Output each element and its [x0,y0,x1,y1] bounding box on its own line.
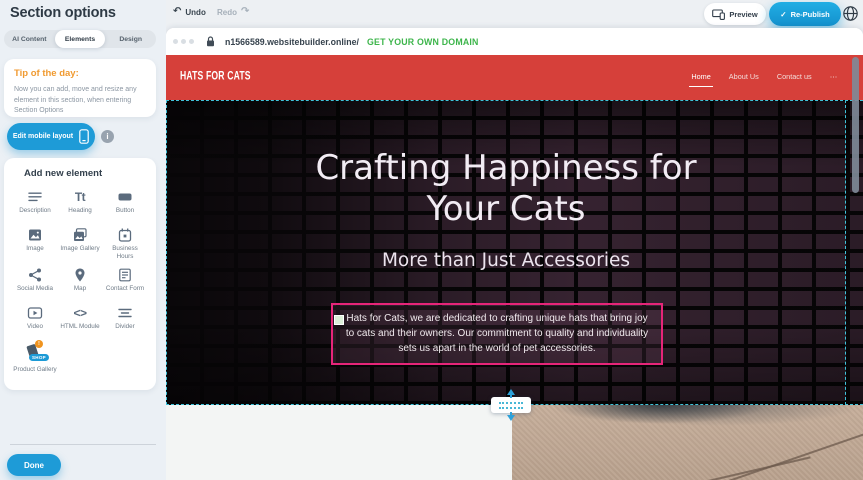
divider-icon [117,304,133,321]
element-item-image[interactable]: Image [13,226,57,260]
nav-contact-us[interactable]: Contact us [777,72,812,83]
republish-label: Re-Publish [791,10,830,19]
element-item-social-media[interactable]: Social Media [13,266,57,298]
get-domain-link[interactable]: GET YOUR OWN DOMAIN [367,37,479,47]
phone-icon [79,129,89,144]
element-item-button[interactable]: Button [103,188,147,220]
nav-home[interactable]: Home [691,72,710,83]
section-outline-top [166,100,863,101]
panel-tabs: AI Content Elements Design [4,30,156,48]
element-grid: Description Tt Heading Button Image Imag… [13,188,149,374]
globe-icon [842,5,859,22]
next-section-image [512,405,863,480]
hero-heading[interactable]: Crafting Happiness for Your Cats [286,148,726,230]
tab-ai-content[interactable]: AI Content [4,30,55,48]
section-outline-right [845,100,846,405]
business-hours-icon [117,226,133,243]
republish-button[interactable]: ✓ Re-Publish [769,2,841,26]
description-icon [27,188,43,205]
info-icon[interactable]: i [101,130,114,143]
image-gallery-icon [72,226,88,243]
pavement-seam [683,456,810,480]
undo-label: Undo [185,8,205,17]
pavement-seam [707,419,863,480]
add-new-element-card: Add new element Description Tt Heading B… [4,158,156,390]
nav-more-icon[interactable]: ⋯ [830,72,837,83]
browser-dots-icon [173,39,197,44]
hero-subheading[interactable]: More than Just Accessories [286,250,726,271]
element-item-map[interactable]: Map [58,266,102,298]
hero-paragraph: Hats for Cats, we are dedicated to craft… [341,311,653,356]
add-element-title: Add new element [24,168,102,179]
element-drag-handle[interactable] [334,315,344,325]
element-item-business-hours[interactable]: Business Hours [103,226,147,260]
image-icon [27,226,43,243]
panel-title: Section options [10,5,116,21]
redo-icon: ↷ [241,7,249,17]
devices-icon [712,9,725,20]
next-section-background [166,405,512,480]
tip-of-the-day-card: Tip of the day: Now you can add, move an… [4,59,156,117]
edit-mobile-label: Edit mobile layout [13,133,73,140]
product-gallery-icon: ! SHOP [20,342,50,364]
site-header: HATS FOR CATS Home About Us Contact us ⋯ [166,55,863,100]
preview-button[interactable]: Preview [704,3,766,25]
element-item-product-gallery[interactable]: ! SHOP Product Gallery [13,342,57,374]
redo-button[interactable]: Redo ↷ [217,7,249,17]
done-button[interactable]: Done [7,454,61,476]
section-resize-handle[interactable] [491,397,531,413]
html-module-icon: <> [73,304,86,321]
lock-icon [206,36,215,47]
check-icon: ✓ [780,10,786,19]
undo-icon: ↶ [173,7,181,17]
site-url: n1566589.websitebuilder.online/ [225,37,359,47]
social-media-icon [27,266,43,283]
resize-arrow-down-icon [507,415,515,421]
section-options-panel: Section options AI Content Elements Desi… [0,0,166,480]
contact-form-icon [117,266,133,283]
video-icon [27,304,43,321]
button-icon [117,188,133,205]
site-logo[interactable]: HATS FOR CATS [180,69,251,82]
website-builder-app: ↶ Undo Redo ↷ Preview ✓ Re-Publish Secti… [0,0,863,480]
tip-body: Now you can add, move and resize any ele… [14,85,148,117]
site-nav: Home About Us Contact us ⋯ [691,55,837,100]
undo-button[interactable]: ↶ Undo [173,7,206,17]
address-bar: n1566589.websitebuilder.online/ GET YOUR… [166,28,863,55]
tab-elements[interactable]: Elements [55,30,106,48]
nav-about-us[interactable]: About Us [729,72,759,83]
element-item-contact-form[interactable]: Contact Form [103,266,147,298]
map-pin-icon [72,266,88,283]
section-outline-left [166,100,167,405]
language-globe-button[interactable] [842,5,859,22]
scrollbar-thumb[interactable] [852,57,859,193]
redo-label: Redo [217,8,237,17]
panel-divider [10,444,156,445]
preview-label: Preview [729,10,757,19]
site-preview-frame: n1566589.websitebuilder.online/ GET YOUR… [166,28,863,480]
element-item-video[interactable]: Video [13,304,57,336]
edit-mobile-layout-button[interactable]: Edit mobile layout [7,123,95,150]
element-item-html-module[interactable]: <> HTML Module [58,304,102,336]
element-item-description[interactable]: Description [13,188,57,220]
hero-section[interactable]: Crafting Happiness for Your Cats More th… [166,100,863,405]
tab-design[interactable]: Design [105,30,156,48]
resize-arrow-up-stem [510,394,512,398]
element-item-image-gallery[interactable]: Image Gallery [58,226,102,260]
shop-badge: SHOP [29,354,49,361]
element-item-heading[interactable]: Tt Heading [58,188,102,220]
hero-paragraph-box[interactable]: Hats for Cats, we are dedicated to craft… [331,303,663,365]
heading-icon: Tt [75,188,85,205]
resize-grip-dots [499,402,523,409]
tip-title: Tip of the day: [14,68,79,79]
element-item-divider[interactable]: Divider [103,304,147,336]
